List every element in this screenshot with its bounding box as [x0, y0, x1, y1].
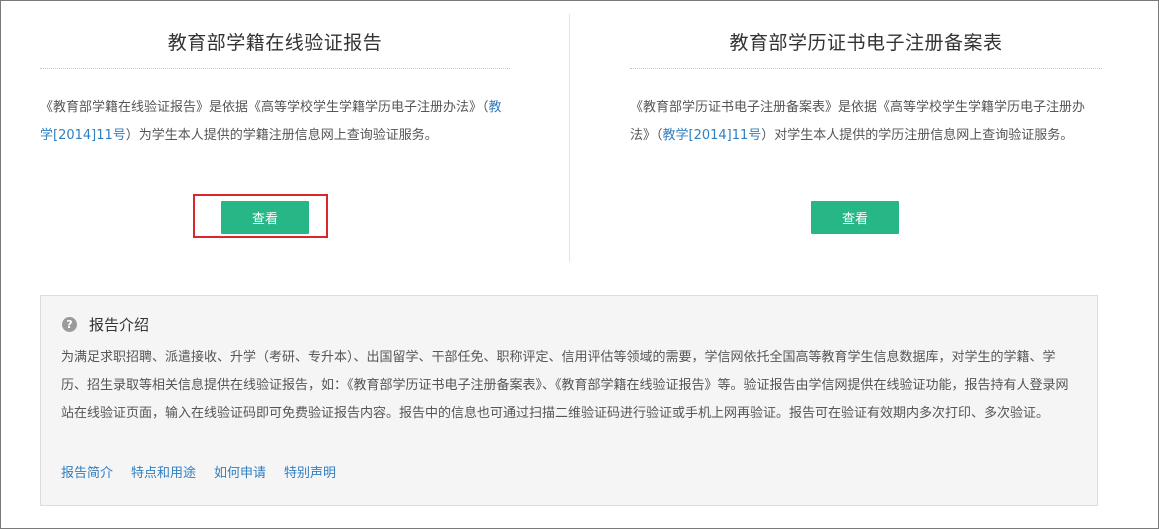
title-divider	[40, 68, 510, 69]
title-divider	[630, 68, 1102, 69]
special-statement-link[interactable]: 特别声明	[284, 464, 336, 484]
description-text: 《教育部学籍在线验证报告》是依据《高等学校学生学籍学历电子注册办法》（	[40, 100, 489, 115]
highlight-annotation-box	[193, 194, 328, 238]
card-title: 教育部学历证书电子注册备案表	[729, 32, 1003, 54]
intro-header: ? 报告介绍	[62, 313, 149, 335]
intro-links: 报告简介 特点和用途 如何申请 特别声明	[61, 464, 354, 484]
how-to-apply-link[interactable]: 如何申请	[214, 464, 266, 484]
regulation-link[interactable]: 教学[2014]11号	[663, 128, 762, 143]
question-circle-icon: ?	[62, 316, 77, 332]
intro-body-text: 为满足求职招聘、派遣接收、升学（考研、专升本）、出国留学、干部任免、职称评定、信…	[61, 350, 1069, 421]
vertical-divider	[569, 14, 570, 262]
report-intro-panel: ? 报告介绍 为满足求职招聘、派遣接收、升学（考研、专升本）、出国留学、干部任免…	[40, 295, 1098, 506]
card-description: 《教育部学历证书电子注册备案表》是依据《高等学校学生学籍学历电子注册办法》（教学…	[630, 94, 1102, 150]
description-text-end: ）对学生本人提供的学历注册信息网上查询验证服务。	[761, 128, 1074, 143]
features-and-uses-link[interactable]: 特点和用途	[131, 464, 196, 484]
view-button-wrap: 查看	[811, 201, 899, 234]
student-status-report-card: 教育部学籍在线验证报告 《教育部学籍在线验证报告》是依据《高等学校学生学籍学历电…	[40, 30, 510, 234]
view-degree-registration-button[interactable]: 查看	[811, 201, 899, 234]
card-title: 教育部学籍在线验证报告	[167, 32, 383, 54]
description-text-end: ）为学生本人提供的学籍注册信息网上查询验证服务。	[125, 128, 438, 143]
intro-title: 报告介绍	[89, 315, 150, 334]
degree-registration-card: 教育部学历证书电子注册备案表 《教育部学历证书电子注册备案表》是依据《高等学校学…	[630, 30, 1102, 234]
report-summary-link[interactable]: 报告简介	[61, 464, 113, 484]
card-description: 《教育部学籍在线验证报告》是依据《高等学校学生学籍学历电子注册办法》（教学[20…	[40, 94, 510, 150]
